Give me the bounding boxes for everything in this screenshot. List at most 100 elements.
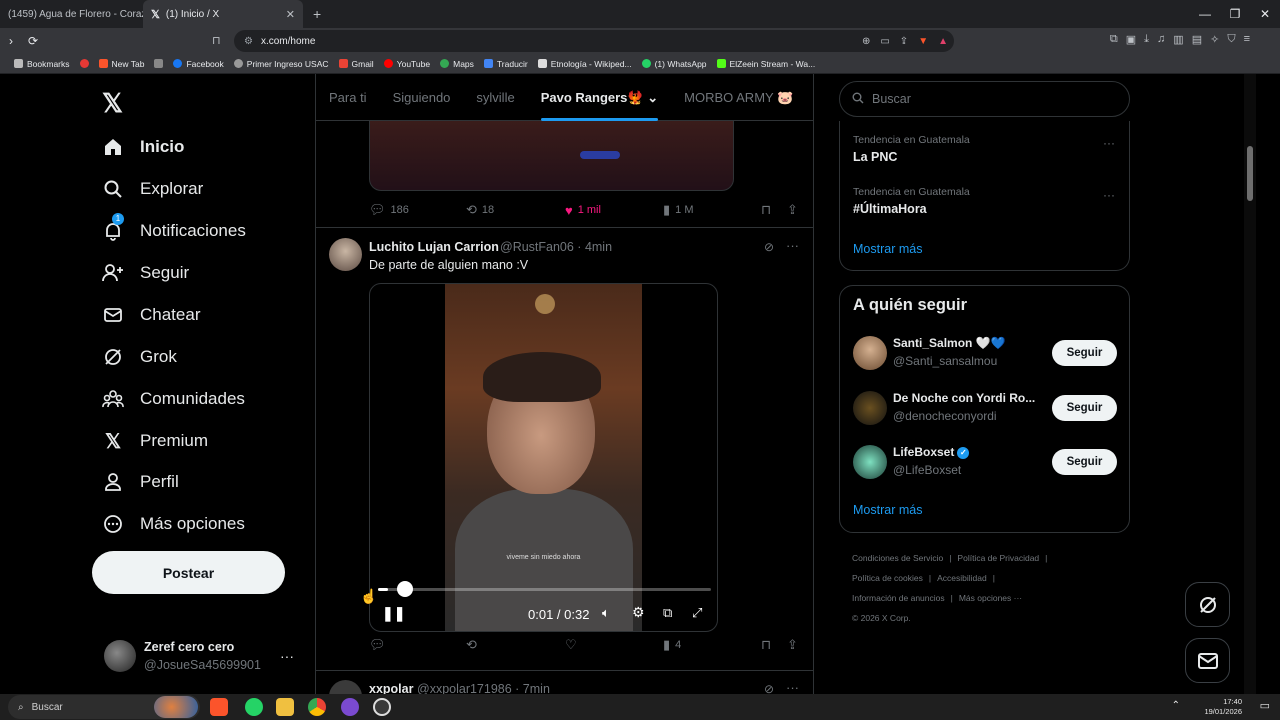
tweet[interactable]: Luchito Lujan Carrion @RustFan06 · 4min … <box>316 228 813 670</box>
follow-button[interactable]: Seguir <box>1052 449 1117 475</box>
whatsapp-icon[interactable] <box>245 698 263 716</box>
search-input[interactable]: Buscar <box>839 81 1130 117</box>
minimize-button[interactable]: — <box>1190 0 1220 28</box>
views-button[interactable]: ▮ 1 M <box>663 202 694 218</box>
account-switcher[interactable]: Zeref cero cero @JosueSa45699901 ··· <box>104 636 304 680</box>
more-options-icon[interactable]: ··· <box>786 238 799 253</box>
browser-tab-youtube[interactable]: (1459) Agua de Florero - Corazón Pa <box>0 0 143 28</box>
new-tab-button[interactable]: + <box>313 6 321 22</box>
bookmark-blank[interactable] <box>154 59 164 68</box>
grok-icon[interactable]: ⊘ <box>764 240 774 254</box>
avatar[interactable] <box>853 445 887 479</box>
scrollbar-thumb[interactable] <box>1247 146 1253 201</box>
tab-siguiendo[interactable]: Siguiendo <box>380 74 464 121</box>
views-button[interactable]: ▮ 4 <box>663 637 681 653</box>
follow-suggestion[interactable]: LifeBoxset ✓ @LifeBoxset Seguir <box>853 445 1123 485</box>
bookmark-kick[interactable]: ElZeein Stream - Wa... <box>716 59 815 69</box>
nav-item-chat[interactable]: Chatear <box>102 297 200 333</box>
volume-icon[interactable]: 🔈︎ <box>602 605 610 621</box>
suggestion-name-row[interactable]: LifeBoxset ✓ <box>893 445 1043 459</box>
footer-link[interactable]: Accesibilidad <box>937 573 987 583</box>
chrome-icon[interactable] <box>308 698 326 716</box>
avatar[interactable] <box>853 391 887 425</box>
download-icon[interactable]: ⤓ <box>1144 33 1149 46</box>
picture-in-picture-icon[interactable]: ⧉ <box>663 605 672 621</box>
show-more-trends-link[interactable]: Mostrar más <box>853 242 922 256</box>
avatar[interactable] <box>329 680 362 694</box>
avatar[interactable] <box>329 238 362 271</box>
tab-para-ti[interactable]: Para ti <box>316 74 380 121</box>
nav-item-more[interactable]: Más opciones <box>102 506 245 542</box>
video-player[interactable]: viveme sin miedo ahora ❚❚ 0:01 / 0:32 🔈︎… <box>369 283 718 632</box>
bookmark-facebook[interactable]: Facebook <box>173 59 224 69</box>
trend-item[interactable]: Tendencia en Guatemala La PNC ··· <box>853 134 1123 174</box>
trend-item[interactable]: Tendencia en Guatemala #ÚltimaHora ··· <box>853 186 1123 226</box>
brave-rewards-icon[interactable]: ▲ <box>938 36 948 47</box>
tab-morbo-army[interactable]: MORBO ARMY 🐷 <box>671 74 806 121</box>
video-progress-bar[interactable] <box>378 588 711 591</box>
follow-suggestion[interactable]: De Noche con Yordi Ro... @denocheconyord… <box>853 391 1123 431</box>
bookmark-maps[interactable]: Maps <box>440 59 474 69</box>
footer-link[interactable]: Política de Privacidad <box>957 553 1039 563</box>
messages-float-button[interactable] <box>1185 638 1230 683</box>
nav-item-home[interactable]: Inicio <box>102 129 184 165</box>
footer-link[interactable]: Información de anuncios <box>852 593 945 603</box>
reload-icon[interactable]: ⟳ <box>22 34 44 48</box>
footer-link[interactable]: Más opciones ··· <box>959 593 1022 603</box>
nav-item-grok[interactable]: Grok <box>102 339 177 375</box>
zoom-icon[interactable]: ⊕ <box>862 36 870 47</box>
tray-chevron-icon[interactable]: ⌃ <box>1172 700 1180 711</box>
x-logo-icon[interactable]: 𝕏 <box>102 88 123 119</box>
grok-float-button[interactable] <box>1185 582 1230 627</box>
nav-item-follow[interactable]: Seguir <box>102 255 189 291</box>
previous-tweet-media[interactable] <box>369 121 734 191</box>
extensions-icon[interactable]: ⧉ <box>1110 33 1118 46</box>
share-button[interactable]: ⇪ <box>787 637 798 653</box>
sidebar-icon[interactable]: ▥ <box>1173 33 1183 46</box>
tweet-author-handle[interactable]: @RustFan06 · 4min <box>500 240 612 254</box>
close-tab-icon[interactable]: ✕ <box>286 8 295 21</box>
tab-sylville[interactable]: sylville <box>463 74 527 121</box>
suggestion-name[interactable]: Santi_Salmon 🤍💙 <box>893 336 1043 350</box>
brave-browser-icon[interactable] <box>210 698 228 716</box>
bookmark-gmail[interactable]: Gmail <box>338 59 374 69</box>
file-explorer-icon[interactable] <box>276 698 294 716</box>
nav-item-profile[interactable]: Perfil <box>102 464 179 500</box>
repost-button[interactable]: ⟲ 18 <box>466 202 494 218</box>
bookmark-usac[interactable]: Primer Ingreso USAC <box>233 59 329 69</box>
pause-icon[interactable]: ❚❚ <box>382 605 405 622</box>
like-button[interactable]: ♥ 1 mil <box>565 203 601 218</box>
more-options-icon[interactable]: ··· <box>1103 136 1115 150</box>
footer-link[interactable]: Condiciones de Servicio <box>852 553 943 563</box>
bookmark-youtube[interactable]: YouTube <box>383 59 430 69</box>
reply-button[interactable]: 💬︎ 186 <box>369 202 409 218</box>
taskbar-clock[interactable]: 17:40 19/01/2026 <box>1204 697 1242 717</box>
wallet-icon[interactable]: ▣ <box>1126 33 1136 46</box>
bookmark-wikipedia[interactable]: Etnología - Wikiped... <box>537 59 632 69</box>
site-info-icon[interactable]: ⚙ <box>244 36 253 47</box>
fullscreen-icon[interactable]: ⤢ <box>692 605 702 621</box>
bookmark-button[interactable]: ⊓ <box>761 637 771 653</box>
follow-button[interactable]: Seguir <box>1052 340 1117 366</box>
footer-link[interactable]: Política de cookies <box>852 573 923 583</box>
back-icon[interactable]: › <box>0 34 22 48</box>
tweet-author-name[interactable]: xxpolar <box>369 682 413 694</box>
discord-icon[interactable] <box>341 698 359 716</box>
chevron-down-icon[interactable]: ⌄ <box>647 90 658 105</box>
nav-item-notifications[interactable]: 1 Notificaciones <box>102 213 246 249</box>
bookmark-icon[interactable]: ⊓ <box>212 34 221 47</box>
video-scrubber-handle[interactable] <box>396 581 413 597</box>
follow-suggestion[interactable]: Santi_Salmon 🤍💙 @Santi_sansalmou Seguir <box>853 336 1123 376</box>
notification-center-icon[interactable]: ▭ <box>1260 699 1270 712</box>
bookmark-whatsapp[interactable]: (1) WhatsApp <box>641 59 707 69</box>
tab-pavo-rangers[interactable]: Pavo Rangers🐦‍🔥 ⌄ <box>528 74 671 121</box>
more-options-icon[interactable]: ··· <box>786 680 799 694</box>
brave-shield-icon[interactable]: ▼ <box>918 36 928 47</box>
more-options-icon[interactable]: ··· <box>280 648 294 664</box>
bookmark-folder[interactable]: Bookmarks <box>14 59 70 69</box>
vpn-icon[interactable]: ⛉ <box>1227 33 1235 46</box>
wallet2-icon[interactable]: ▤ <box>1192 33 1202 46</box>
address-bar[interactable]: ⚙ x.com/home ⊕ ▭ ⇪ ▼ ▲ <box>234 30 954 52</box>
tweet-author-handle[interactable]: @xxpolar171986 · 7min <box>417 682 550 694</box>
bookmark-new-tab[interactable]: New Tab <box>98 59 144 69</box>
